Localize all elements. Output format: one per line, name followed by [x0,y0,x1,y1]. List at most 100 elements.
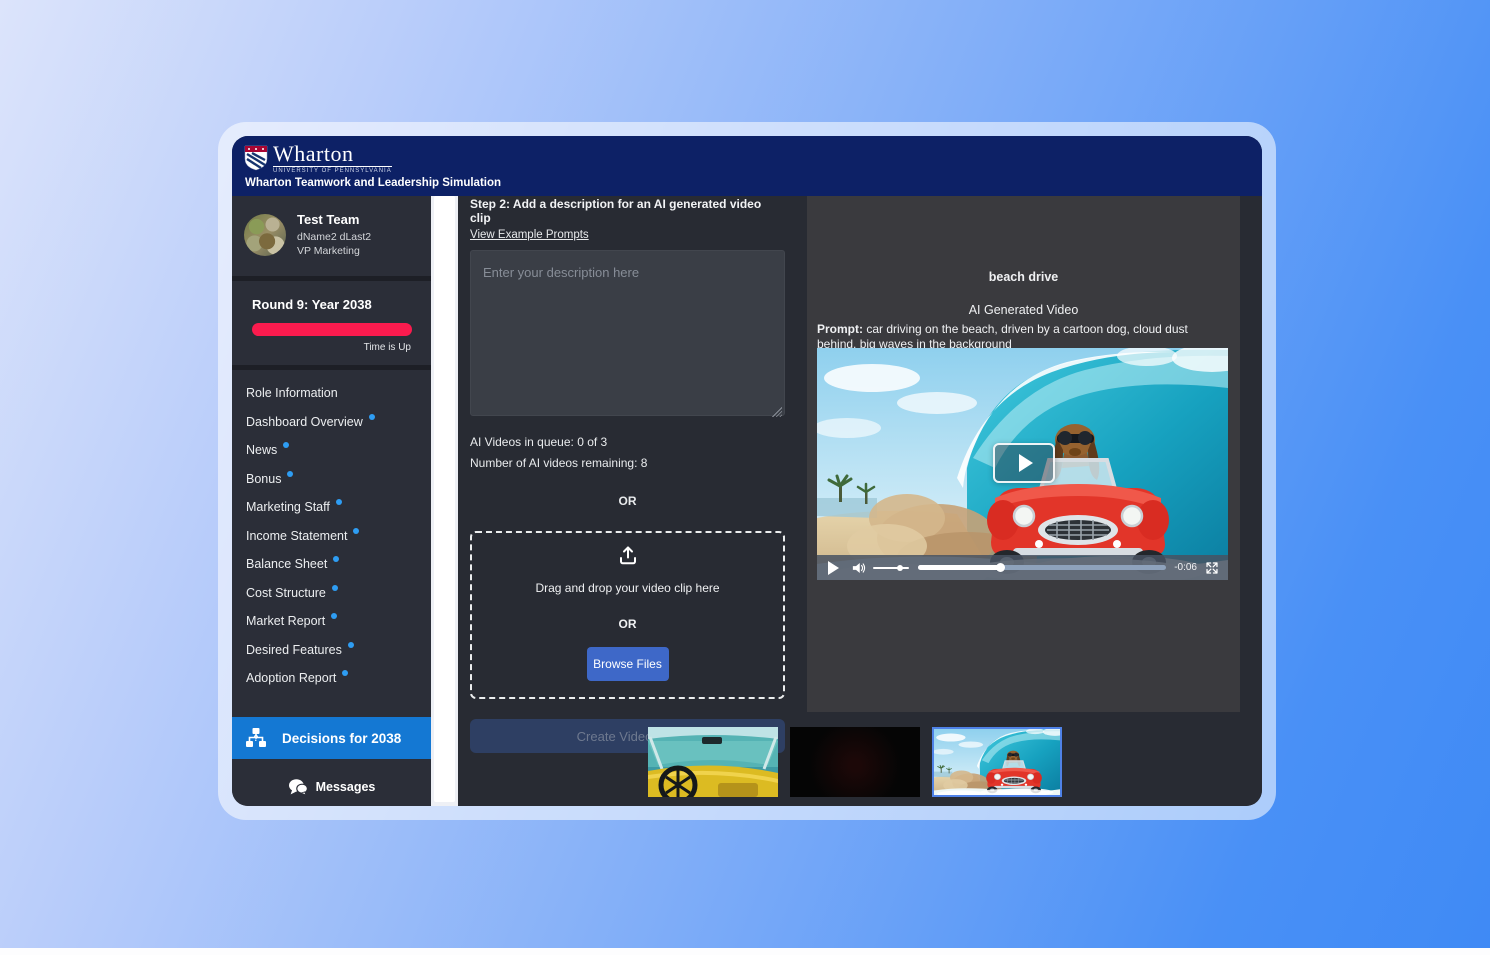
seek-bar-thumb[interactable] [996,563,1005,572]
sidebar-item-desired-features[interactable]: Desired Features [232,636,431,665]
sidebar-item-messages[interactable]: Messages [232,770,431,804]
volume-icon[interactable] [851,561,866,575]
sidebar-nav: Role Information Dashboard Overview News… [232,370,431,693]
video-upload-section: Step 2: Add a description for an AI gene… [470,196,785,753]
bottom-white-strip [0,948,1490,955]
sidebar-item-bonus[interactable]: Bonus [232,465,431,494]
step-title: Step 2: Add a description for an AI gene… [470,197,785,225]
notification-dot [353,528,359,534]
sidebar-item-cost-structure[interactable]: Cost Structure [232,579,431,608]
round-progress-fill [252,323,412,336]
notification-dot [331,613,337,619]
wharton-logo: Wharton University of Pennsylvania [244,143,392,174]
sidebar-item-adoption-report[interactable]: Adoption Report [232,664,431,693]
sidebar-item-label: Adoption Report [246,671,336,685]
team-profile: Test Team dName2 dLast2 VP Marketing [232,196,431,281]
dropzone-or: OR [619,617,637,631]
sidebar-item-decisions[interactable]: ? Decisions for 2038 [232,717,431,759]
messages-icon [288,778,308,796]
notification-dot [369,414,375,420]
window-body: Test Team dName2 dLast2 VP Marketing Rou… [232,196,1262,806]
round-progress-bar [252,323,412,336]
notification-dot [332,585,338,591]
notification-dot [283,442,289,448]
thumbnail-dashboard-frame [648,727,778,797]
sidebar-item-label: Desired Features [246,643,342,657]
scrollbar-thumb[interactable] [434,196,455,802]
round-title: Round 9: Year 2038 [246,297,417,312]
messages-label: Messages [316,780,376,794]
video-thumbnail-dashboard[interactable] [648,727,778,797]
app-header: Wharton University of Pennsylvania Whart… [232,136,1262,196]
sidebar-item-label: Income Statement [246,529,347,543]
or-divider: OR [470,494,785,508]
video-preview-panel: beach drive AI Generated Video Prompt: c… [807,196,1240,712]
sidebar-item-role-information[interactable]: Role Information [232,379,431,408]
time-remaining: -0:06 [1174,562,1197,573]
prompt-text: car driving on the beach, driven by a ca… [817,322,1188,351]
volume-slider-thumb[interactable] [897,565,903,571]
fullscreen-icon[interactable] [1205,561,1219,575]
sidebar-item-dashboard-overview[interactable]: Dashboard Overview [232,408,431,437]
notification-dot [342,670,348,676]
team-avatar [244,214,286,256]
volume-slider[interactable] [873,567,909,569]
video-thumbnail-black[interactable] [790,727,920,797]
app-title: Wharton Teamwork and Leadership Simulati… [245,177,501,189]
wharton-wordmark: Wharton [273,143,392,167]
sidebar-item-label: Bonus [246,472,281,486]
team-role: VP Marketing [297,244,371,258]
description-input[interactable] [470,250,785,416]
app-window-frame: Wharton University of Pennsylvania Whart… [218,122,1276,820]
sidebar-item-news[interactable]: News [232,436,431,465]
sidebar-item-market-report[interactable]: Market Report [232,607,431,636]
round-timer-status: Time is Up [246,342,417,353]
sidebar-item-marketing-staff[interactable]: Marketing Staff [232,493,431,522]
resize-handle[interactable] [772,407,782,417]
description-field-wrap [470,250,785,421]
video-player[interactable]: -0:06 [817,348,1228,580]
sidebar-item-label: Role Information [246,386,338,400]
thumbnail-beach-frame [934,729,1060,795]
seek-bar[interactable] [918,565,1166,570]
sidebar: Test Team dName2 dLast2 VP Marketing Rou… [232,196,431,806]
video-subtitle: AI Generated Video [807,303,1240,317]
queue-status: AI Videos in queue: 0 of 3 [470,435,785,449]
wharton-university-line: University of Pennsylvania [273,168,392,174]
notification-dot [336,499,342,505]
prompt-label: Prompt: [817,322,863,336]
team-name: Test Team [297,212,371,227]
team-info: Test Team dName2 dLast2 VP Marketing [297,212,371,258]
player-controls: -0:06 [817,555,1228,580]
wharton-wordmark-block: Wharton University of Pennsylvania [273,143,392,174]
scrollbar-track[interactable] [431,196,458,806]
browse-files-button[interactable]: Browse Files [587,647,669,681]
notification-dot [333,556,339,562]
seek-bar-fill [918,565,1000,570]
sidebar-item-label: Market Report [246,614,325,628]
main-content: Step 2: Add a description for an AI gene… [458,196,1262,806]
app-window: Wharton University of Pennsylvania Whart… [232,136,1262,806]
view-example-prompts-link[interactable]: View Example Prompts [470,229,589,241]
dropzone-label: Drag and drop your video clip here [535,581,719,595]
sidebar-item-label: News [246,443,277,457]
video-thumbnail-strip [648,727,1062,797]
svg-text:?: ? [254,734,259,743]
sidebar-item-label: Dashboard Overview [246,415,363,429]
round-status: Round 9: Year 2038 Time is Up [232,281,431,370]
sidebar-item-label: Marketing Staff [246,500,330,514]
notification-dot [287,471,293,477]
sidebar-item-balance-sheet[interactable]: Balance Sheet [232,550,431,579]
play-overlay-button[interactable] [993,443,1055,483]
remaining-status: Number of AI videos remaining: 8 [470,456,785,470]
sidebar-item-label: Balance Sheet [246,557,327,571]
wharton-shield-icon [244,145,268,171]
play-button[interactable] [828,561,839,575]
video-thumbnail-beach-drive[interactable] [932,727,1062,797]
play-icon [1019,454,1033,472]
upload-icon [616,543,640,567]
decisions-label: Decisions for 2038 [282,731,401,746]
video-dropzone[interactable]: Drag and drop your video clip here OR Br… [470,531,785,699]
decision-tree-icon: ? [244,726,268,750]
sidebar-item-income-statement[interactable]: Income Statement [232,522,431,551]
